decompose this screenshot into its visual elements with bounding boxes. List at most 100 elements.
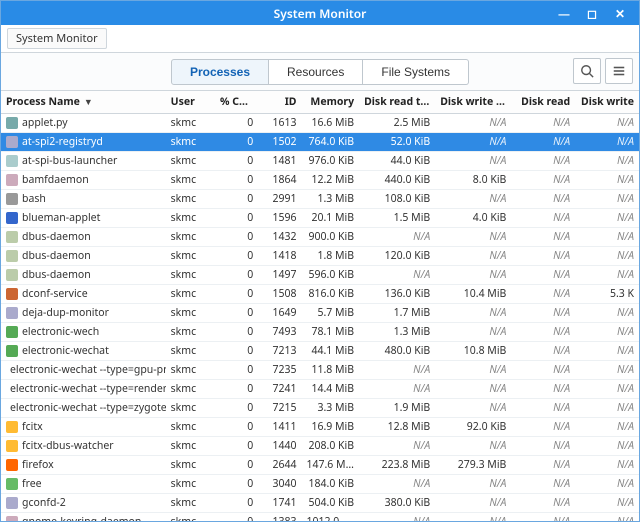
process-table-body: applet.pyskmc0161316.6 MiB2.5 MiBN/AN/AN…: [1, 114, 639, 522]
cell-cpu: 0: [215, 456, 258, 475]
cell-disk-write: N/A: [575, 247, 639, 266]
table-row[interactable]: electronic-wechat --type=gpu-proskmc0723…: [1, 361, 639, 380]
cell-process-name: fcitx: [1, 418, 166, 437]
tab-filesystems[interactable]: File Systems: [363, 59, 469, 85]
table-row[interactable]: electronic-wechat --type=rendererskmc072…: [1, 380, 639, 399]
process-icon: [6, 269, 18, 281]
cell-disk-read-total: 223.8 MiB: [359, 456, 435, 475]
cell-user: skmc: [166, 304, 215, 323]
col-cpu[interactable]: % CPU: [215, 91, 258, 114]
table-row[interactable]: firefoxskmc02644147.6 MiB223.8 MiB279.3 …: [1, 456, 639, 475]
tab-resources[interactable]: Resources: [269, 59, 363, 85]
process-icon: [6, 231, 18, 243]
cell-disk-write-total: 10.4 MiB: [435, 285, 511, 304]
table-row[interactable]: gnome-keyring-daemonskmc013831012.0 KiBN…: [1, 513, 639, 522]
minimize-button[interactable]: —: [555, 4, 573, 22]
cell-memory: 208.0 KiB: [301, 437, 359, 456]
process-name-label: at-spi-bus-launcher: [22, 154, 117, 168]
cell-disk-read-total: N/A: [359, 228, 435, 247]
table-row[interactable]: applet.pyskmc0161316.6 MiB2.5 MiBN/AN/AN…: [1, 114, 639, 133]
cell-disk-write-total: N/A: [435, 247, 511, 266]
cell-disk-write: N/A: [575, 380, 639, 399]
cell-cpu: 0: [215, 304, 258, 323]
titlebar: System Monitor — ◻ ✕: [1, 1, 639, 25]
col-disk-read[interactable]: Disk read: [511, 91, 575, 114]
process-name-label: dconf-service: [22, 287, 88, 301]
cell-memory: 78.1 MiB: [301, 323, 359, 342]
tab-processes[interactable]: Processes: [171, 59, 269, 85]
col-process-name[interactable]: Process Name▼: [1, 91, 166, 114]
cell-id: 7241: [258, 380, 301, 399]
cell-disk-read-total: 1.7 MiB: [359, 304, 435, 323]
col-disk-read-total[interactable]: Disk read total: [359, 91, 435, 114]
process-icon: [6, 345, 18, 357]
cell-cpu: 0: [215, 342, 258, 361]
cell-id: 2991: [258, 190, 301, 209]
cell-disk-write: N/A: [575, 171, 639, 190]
cell-memory: 16.6 MiB: [301, 114, 359, 133]
search-button[interactable]: [573, 58, 601, 84]
cell-disk-read: N/A: [511, 323, 575, 342]
cell-id: 3040: [258, 475, 301, 494]
table-row[interactable]: deja-dup-monitorskmc016495.7 MiB1.7 MiBN…: [1, 304, 639, 323]
table-row[interactable]: dbus-daemonskmc01432900.0 KiBN/AN/AN/AN/…: [1, 228, 639, 247]
table-row[interactable]: dbus-daemonskmc01497596.0 KiBN/AN/AN/AN/…: [1, 266, 639, 285]
table-row[interactable]: freeskmc03040184.0 KiBN/AN/AN/AN/A: [1, 475, 639, 494]
cell-memory: 20.1 MiB: [301, 209, 359, 228]
cell-memory: 900.0 KiB: [301, 228, 359, 247]
cell-disk-read: N/A: [511, 418, 575, 437]
pathbar-label[interactable]: System Monitor: [7, 28, 107, 49]
process-icon: [6, 174, 18, 186]
close-button[interactable]: ✕: [611, 4, 629, 22]
cell-user: skmc: [166, 418, 215, 437]
maximize-button[interactable]: ◻: [583, 4, 601, 22]
col-disk-write-total[interactable]: Disk write tot.: [435, 91, 511, 114]
table-row[interactable]: at-spi-bus-launcherskmc01481976.0 KiB44.…: [1, 152, 639, 171]
process-icon: [6, 193, 18, 205]
cell-disk-read-total: 12.8 MiB: [359, 418, 435, 437]
col-disk-write[interactable]: Disk write: [575, 91, 639, 114]
cell-cpu: 0: [215, 285, 258, 304]
cell-id: 1508: [258, 285, 301, 304]
cell-user: skmc: [166, 437, 215, 456]
cell-cpu: 0: [215, 171, 258, 190]
cell-disk-write: N/A: [575, 437, 639, 456]
cell-process-name: applet.py: [1, 114, 166, 133]
table-row[interactable]: fcitx-dbus-watcherskmc01440208.0 KiBN/AN…: [1, 437, 639, 456]
cell-process-name: gnome-keyring-daemon: [1, 513, 166, 522]
cell-disk-write: N/A: [575, 418, 639, 437]
window-controls: — ◻ ✕: [549, 1, 635, 25]
cell-process-name: electronic-wechat --type=gpu-pro: [1, 361, 166, 380]
cell-disk-write: N/A: [575, 361, 639, 380]
cell-disk-read: N/A: [511, 304, 575, 323]
cell-user: skmc: [166, 190, 215, 209]
table-row[interactable]: electronic-wechskmc0749378.1 MiB1.3 MiBN…: [1, 323, 639, 342]
table-row[interactable]: bamfdaemonskmc0186412.2 MiB440.0 KiB8.0 …: [1, 171, 639, 190]
table-row[interactable]: blueman-appletskmc0159620.1 MiB1.5 MiB4.…: [1, 209, 639, 228]
cell-cpu: 0: [215, 437, 258, 456]
cell-user: skmc: [166, 209, 215, 228]
menu-button[interactable]: [605, 58, 633, 84]
table-row[interactable]: electronic-wechat --type=zygote --skmc07…: [1, 399, 639, 418]
table-row[interactable]: bashskmc029911.3 MiB108.0 KiBN/AN/AN/A: [1, 190, 639, 209]
table-row[interactable]: at-spi2-registrydskmc01502764.0 KiB52.0 …: [1, 133, 639, 152]
table-row[interactable]: fcitxskmc0141116.9 MiB12.8 MiB92.0 KiBN/…: [1, 418, 639, 437]
cell-disk-write-total: N/A: [435, 399, 511, 418]
table-row[interactable]: dbus-daemonskmc014181.8 MiB120.0 KiBN/AN…: [1, 247, 639, 266]
col-memory[interactable]: Memory: [301, 91, 359, 114]
cell-user: skmc: [166, 475, 215, 494]
col-user[interactable]: User: [166, 91, 215, 114]
cell-disk-read: N/A: [511, 190, 575, 209]
cell-disk-write-total: N/A: [435, 190, 511, 209]
process-icon: [6, 117, 18, 129]
process-name-label: gnome-keyring-daemon: [22, 515, 141, 521]
table-row[interactable]: electronic-wechatskmc0721344.1 MiB480.0 …: [1, 342, 639, 361]
table-row[interactable]: gconfd-2skmc01741504.0 KiB380.0 KiBN/AN/…: [1, 494, 639, 513]
cell-cpu: 0: [215, 247, 258, 266]
table-row[interactable]: dconf-serviceskmc01508816.0 KiB136.0 KiB…: [1, 285, 639, 304]
cell-disk-write: N/A: [575, 494, 639, 513]
process-table-wrap[interactable]: Process Name▼ User % CPU ID Memory Disk …: [1, 91, 639, 521]
col-id[interactable]: ID: [258, 91, 301, 114]
cell-user: skmc: [166, 285, 215, 304]
cell-id: 1613: [258, 114, 301, 133]
